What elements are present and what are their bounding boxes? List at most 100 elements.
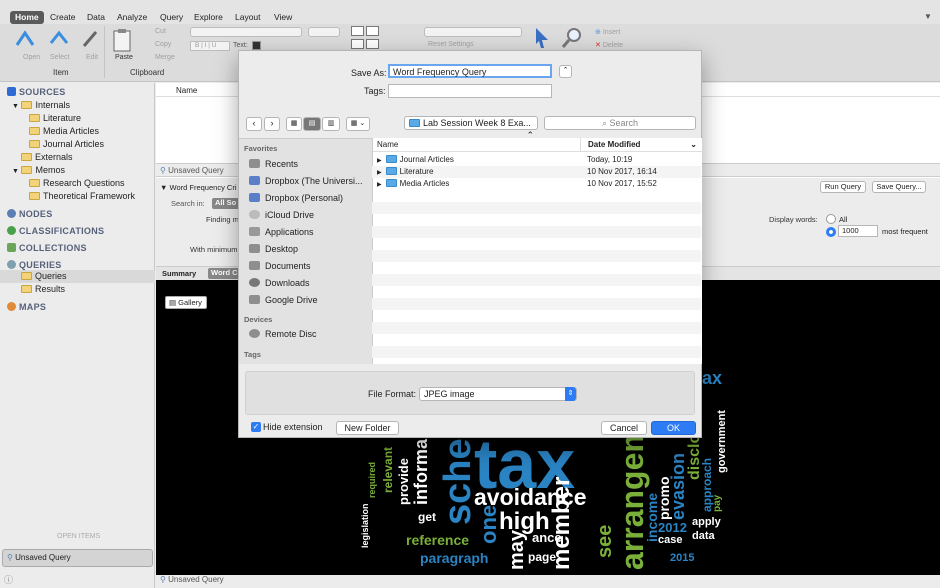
file-format-select[interactable]: JPEG image ⇕ <box>419 387 577 401</box>
tree-externals[interactable]: Externals <box>21 152 73 162</box>
fav-downloads[interactable]: Downloads <box>249 278 310 288</box>
fav-dropbox-personal[interactable]: Dropbox (Personal) <box>249 193 343 203</box>
search-field[interactable]: ⌕ Search <box>544 116 696 130</box>
name-column-header[interactable]: Name <box>377 138 398 151</box>
open-icon[interactable] <box>14 29 36 49</box>
text-color-swatch[interactable] <box>252 41 261 50</box>
fav-documents[interactable]: Documents <box>249 261 311 271</box>
ribbon-collapse-icon[interactable]: ▼ <box>924 12 932 21</box>
fav-icloud-drive[interactable]: iCloud Drive <box>249 210 314 220</box>
sources-section[interactable]: SOURCES <box>7 87 66 97</box>
tree-media-articles[interactable]: Media Articles <box>29 126 99 136</box>
queries-icon <box>7 260 16 269</box>
save-query-button[interactable]: Save Query... <box>872 181 926 193</box>
italic-button[interactable]: I <box>205 42 207 49</box>
folder-icon <box>29 127 40 135</box>
tab-data[interactable]: Data <box>82 11 110 24</box>
tab-analyze[interactable]: Analyze <box>112 11 152 24</box>
merge-button[interactable]: Merge <box>155 54 175 61</box>
back-button[interactable]: ‹ <box>246 117 262 131</box>
clipboard-icon[interactable] <box>112 28 132 52</box>
file-row[interactable]: ▶ Journal Articles Today, 10:19 <box>372 154 701 166</box>
expand-dialog-button[interactable]: ⌃ <box>559 65 572 78</box>
edit-pencil-icon[interactable] <box>80 29 100 49</box>
column-name[interactable]: Name <box>176 86 197 95</box>
tab-explore[interactable]: Explore <box>189 11 228 24</box>
folder-icon <box>29 192 40 200</box>
paste-button[interactable]: Paste <box>115 54 133 61</box>
icon-view-button[interactable]: ▦ <box>286 117 302 131</box>
date-column-header[interactable]: Date Modified ⌄ <box>580 138 703 151</box>
nodes-section[interactable]: NODES <box>7 209 53 219</box>
copy-button[interactable]: Copy <box>155 41 171 48</box>
font-size-select[interactable] <box>308 27 340 37</box>
underline-button[interactable]: U <box>212 42 217 49</box>
tree-internals[interactable]: ▼ Internals <box>12 100 70 110</box>
style-select[interactable] <box>424 27 522 37</box>
insert-button[interactable]: ⊕ Insert <box>595 28 620 36</box>
fav-applications[interactable]: Applications <box>249 227 314 237</box>
query-tab[interactable]: ⚲ Unsaved Query <box>160 166 224 175</box>
fav-dropbox-university[interactable]: Dropbox (The Universi... <box>249 176 363 186</box>
forward-button[interactable]: › <box>264 117 280 131</box>
run-query-button[interactable]: Run Query <box>820 181 866 193</box>
empty-row <box>372 322 701 334</box>
tree-results[interactable]: Results <box>21 284 65 294</box>
tree-research-questions[interactable]: Research Questions <box>29 178 125 188</box>
tab-home[interactable]: Home <box>10 11 44 24</box>
text-style-buttons[interactable]: B | I | U <box>190 41 230 51</box>
file-row[interactable]: ▶ Media Articles 10 Nov 2017, 15:52 <box>372 178 701 190</box>
classifications-section[interactable]: CLASSIFICATIONS <box>7 226 104 236</box>
new-folder-button[interactable]: New Folder <box>336 421 399 435</box>
fav-desktop[interactable]: Desktop <box>249 244 298 254</box>
folder-icon <box>385 179 397 187</box>
fav-recents[interactable]: Recents <box>249 159 298 169</box>
folder-icon <box>21 153 32 161</box>
tree-journal-articles[interactable]: Journal Articles <box>29 139 104 149</box>
tree-theoretical-framework[interactable]: Theoretical Framework <box>29 191 135 201</box>
queries-section[interactable]: QUERIES <box>7 260 62 270</box>
query-criteria-title[interactable]: ▼ Word Frequency Cri <box>160 183 236 192</box>
tab-summary[interactable]: Summary <box>162 269 196 278</box>
tab-word-cloud[interactable]: Word C <box>208 268 242 279</box>
save-as-input[interactable]: Word Frequency Query <box>388 64 552 78</box>
all-radio[interactable] <box>826 214 836 224</box>
paragraph-buttons[interactable] <box>348 26 384 52</box>
cut-button[interactable]: Cut <box>155 28 166 35</box>
hide-extension-checkbox[interactable]: ✓ <box>251 422 261 432</box>
ok-button[interactable]: OK <box>651 421 696 435</box>
count-radio[interactable] <box>826 227 836 237</box>
list-view-button[interactable]: ▤ <box>303 117 321 131</box>
info-icon[interactable]: ⓘ <box>4 573 13 586</box>
font-family-select[interactable] <box>190 27 302 37</box>
status-bar-text: ⚲ Unsaved Query <box>160 575 224 584</box>
tree-literature[interactable]: Literature <box>29 113 81 123</box>
column-view-button[interactable]: ▥ <box>322 117 340 131</box>
wc-word: apply <box>692 516 721 528</box>
select-icon[interactable] <box>48 29 70 49</box>
cancel-button[interactable]: Cancel <box>601 421 647 435</box>
reset-settings-button[interactable]: Reset Settings <box>428 41 474 48</box>
tree-queries[interactable]: Queries <box>21 271 67 281</box>
tab-view[interactable]: View <box>269 11 297 24</box>
open-item-unsaved-query[interactable]: ⚲ Unsaved Query <box>2 549 153 567</box>
empty-row <box>372 226 701 238</box>
magnifier-icon[interactable] <box>560 26 584 50</box>
maps-section[interactable]: MAPS <box>7 302 46 312</box>
collections-section[interactable]: COLLECTIONS <box>7 243 87 253</box>
fav-google-drive[interactable]: Google Drive <box>249 295 318 305</box>
tab-create[interactable]: Create <box>45 11 81 24</box>
tags-input[interactable] <box>388 84 552 98</box>
file-row[interactable]: ▶ Literature 10 Nov 2017, 16:14 <box>372 166 701 178</box>
device-remote-disc[interactable]: Remote Disc <box>249 329 317 339</box>
tab-layout[interactable]: Layout <box>230 11 266 24</box>
delete-button[interactable]: ✕ Delete <box>595 41 623 49</box>
bold-button[interactable]: B <box>195 42 199 49</box>
tree-memos[interactable]: ▼ Memos <box>12 165 65 175</box>
gallery-button[interactable]: ▤ Gallery <box>165 296 207 309</box>
location-select[interactable]: Lab Session Week 8 Exa... ⌃ <box>404 116 538 140</box>
pointer-arrow-icon[interactable] <box>532 26 552 50</box>
word-count-input[interactable]: 1000 <box>838 225 878 237</box>
group-view-button[interactable]: ▦ ⌄ <box>346 117 370 131</box>
tab-query[interactable]: Query <box>155 11 188 24</box>
